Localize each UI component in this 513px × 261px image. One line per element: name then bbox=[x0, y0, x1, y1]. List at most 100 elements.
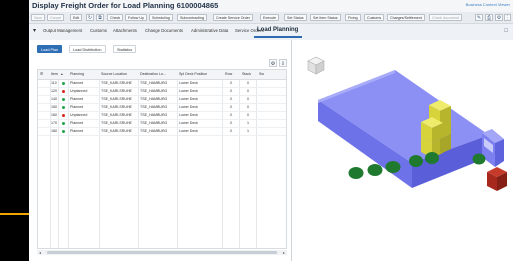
scroll-right-icon[interactable]: ▸ bbox=[283, 250, 285, 255]
header-planning[interactable]: Planning bbox=[70, 72, 84, 76]
cell-deck: Lower Deck bbox=[179, 81, 198, 85]
subcontracting-button[interactable]: Subcontracting bbox=[177, 14, 207, 21]
select-all-icon[interactable]: ☰ bbox=[40, 72, 43, 76]
header-sw[interactable]: Sw bbox=[259, 72, 264, 76]
status-indicator-icon bbox=[62, 82, 65, 85]
edit-button[interactable]: Edit bbox=[70, 14, 83, 21]
cell-planning: Planned bbox=[70, 81, 84, 85]
cell-item: 120 bbox=[51, 89, 57, 93]
personalize-icon[interactable]: ✎ bbox=[475, 14, 483, 21]
cell-row: 0 bbox=[230, 97, 232, 101]
tab-bar: ▾ Output Management Customs Attachments … bbox=[29, 26, 513, 38]
tab-attachments[interactable]: Attachments bbox=[113, 28, 137, 33]
tab-change-documents[interactable]: Change Documents bbox=[145, 28, 183, 33]
refresh-icon[interactable]: ↻ bbox=[86, 14, 94, 21]
cell-item: 150 bbox=[51, 105, 57, 109]
cell-dest: TSE_HAMBURG bbox=[140, 81, 168, 85]
check-button[interactable]: Check bbox=[107, 14, 124, 21]
horizontal-scrollbar[interactable]: ◂ ▸ bbox=[37, 250, 287, 255]
status-indicator-icon bbox=[62, 114, 65, 117]
copy-icon[interactable]: ⧉ bbox=[96, 14, 104, 21]
status-indicator-icon bbox=[62, 130, 65, 133]
cell-source: TSE_KARLSRUHE bbox=[101, 89, 132, 93]
subtab-load-distribution[interactable]: Load Distribution bbox=[69, 45, 106, 53]
save-button[interactable]: Save bbox=[31, 14, 46, 21]
header-row[interactable]: Row bbox=[225, 72, 232, 76]
active-tab-indicator bbox=[254, 36, 302, 38]
cell-item: 110 bbox=[51, 81, 57, 85]
tab-customs[interactable]: Customs bbox=[90, 28, 107, 33]
load-plan-table: ☰ Item ▴ Planning Source Location Destin… bbox=[37, 69, 287, 249]
scroll-thumb[interactable] bbox=[47, 251, 277, 254]
set-status-button[interactable]: Set Status bbox=[284, 14, 307, 21]
scheduling-button[interactable]: Scheduling bbox=[149, 14, 173, 21]
set-item-status-button[interactable]: Set Item Status bbox=[310, 14, 341, 21]
scroll-left-icon[interactable]: ◂ bbox=[39, 250, 41, 255]
truck-3d-scene[interactable] bbox=[294, 43, 511, 259]
table-row[interactable]: 180 Planned TSE_KARLSRUHE TSE_HAMBURG Lower … bbox=[38, 127, 286, 136]
export-icon[interactable]: ⇩ bbox=[279, 59, 287, 67]
more-icon[interactable]: ⋮ bbox=[504, 14, 511, 21]
cell-planning: Planned bbox=[70, 121, 84, 125]
cell-stack: 0 bbox=[247, 113, 249, 117]
truck-trailer bbox=[318, 70, 489, 188]
cell-planning: Planned bbox=[70, 129, 84, 133]
cell-stack: 1 bbox=[247, 129, 249, 133]
header-deck-position[interactable]: Spl Deck Position bbox=[179, 72, 207, 76]
cell-row: 0 bbox=[230, 129, 232, 133]
cell-row: 0 bbox=[230, 121, 232, 125]
cell-item: 160 bbox=[51, 113, 57, 117]
print-icon[interactable]: ⎙ bbox=[485, 14, 493, 21]
subtab-statistics[interactable]: Statistics bbox=[113, 45, 137, 53]
status-indicator-icon bbox=[62, 122, 65, 125]
pane-splitter[interactable] bbox=[291, 40, 292, 261]
cell-item: 140 bbox=[51, 97, 57, 101]
cell-source: TSE_KARLSRUHE bbox=[101, 81, 132, 85]
navigation-cube-icon[interactable] bbox=[307, 56, 325, 75]
cell-row: 0 bbox=[230, 89, 232, 93]
tab-administrative-data[interactable]: Administrative Data bbox=[191, 28, 228, 33]
header-stack[interactable]: Stack bbox=[242, 72, 251, 76]
cell-dest: TSE_HAMBURG bbox=[140, 129, 168, 133]
tab-output-management[interactable]: Output Management bbox=[43, 28, 82, 33]
cell-item: 170 bbox=[51, 121, 57, 125]
cell-stack: 0 bbox=[247, 105, 249, 109]
header-destination-location[interactable]: Destination Lo... bbox=[140, 72, 166, 76]
cell-deck: Lower Deck bbox=[179, 129, 198, 133]
subtab-load-plan[interactable]: Load Plan bbox=[37, 45, 63, 53]
charges-settlement-button[interactable]: Charges/Settlement bbox=[387, 14, 425, 21]
accent-line bbox=[0, 213, 29, 215]
fixing-button[interactable]: Fixing bbox=[345, 14, 361, 21]
sort-indicator-icon: ▴ bbox=[61, 72, 63, 76]
cell-planning: Unplanned bbox=[70, 113, 88, 117]
follow-up-button[interactable]: Follow Up bbox=[125, 14, 147, 21]
load-plan-3d-viewer[interactable] bbox=[294, 43, 511, 259]
execute-button[interactable]: Execute bbox=[260, 14, 279, 21]
tab-load-planning[interactable]: Load Planning bbox=[257, 27, 298, 33]
cell-planning: Planned bbox=[70, 97, 84, 101]
header-source-location[interactable]: Source Location bbox=[101, 72, 127, 76]
cell-deck: Lower Deck bbox=[179, 121, 198, 125]
create-service-order-button[interactable]: Create Service Order bbox=[213, 14, 253, 21]
customs-button[interactable]: Customs bbox=[364, 14, 385, 21]
unplanned-cargo-box bbox=[487, 167, 507, 191]
window-restore-icon[interactable]: □ bbox=[504, 28, 508, 34]
freight-order-window: Display Freight Order for Load Planning … bbox=[29, 0, 513, 261]
title-bar: Display Freight Order for Load Planning … bbox=[29, 0, 513, 12]
cell-item: 180 bbox=[51, 129, 57, 133]
header-item[interactable]: Item bbox=[51, 72, 58, 76]
main-content: Load Plan Load Distribution Statistics ⚙… bbox=[29, 40, 513, 261]
cell-stack: 0 bbox=[247, 89, 249, 93]
check-document-button[interactable]: Check document bbox=[429, 14, 462, 21]
truck-cab bbox=[482, 129, 504, 167]
cell-source: TSE_KARLSRUHE bbox=[101, 105, 132, 109]
cell-dest: TSE_HAMBURG bbox=[140, 105, 168, 109]
settings-icon[interactable]: ⚙ bbox=[495, 14, 503, 21]
cell-dest: TSE_HAMBURG bbox=[140, 97, 168, 101]
system-link[interactable]: Business Context Viewer bbox=[466, 2, 510, 7]
table-settings-icon[interactable]: ⚙ bbox=[269, 59, 277, 67]
cell-stack: 0 bbox=[247, 81, 249, 85]
tab-menu-icon[interactable]: ▾ bbox=[33, 27, 36, 34]
cell-source: TSE_KARLSRUHE bbox=[101, 113, 132, 117]
cancel-button[interactable]: Cancel bbox=[47, 14, 65, 21]
